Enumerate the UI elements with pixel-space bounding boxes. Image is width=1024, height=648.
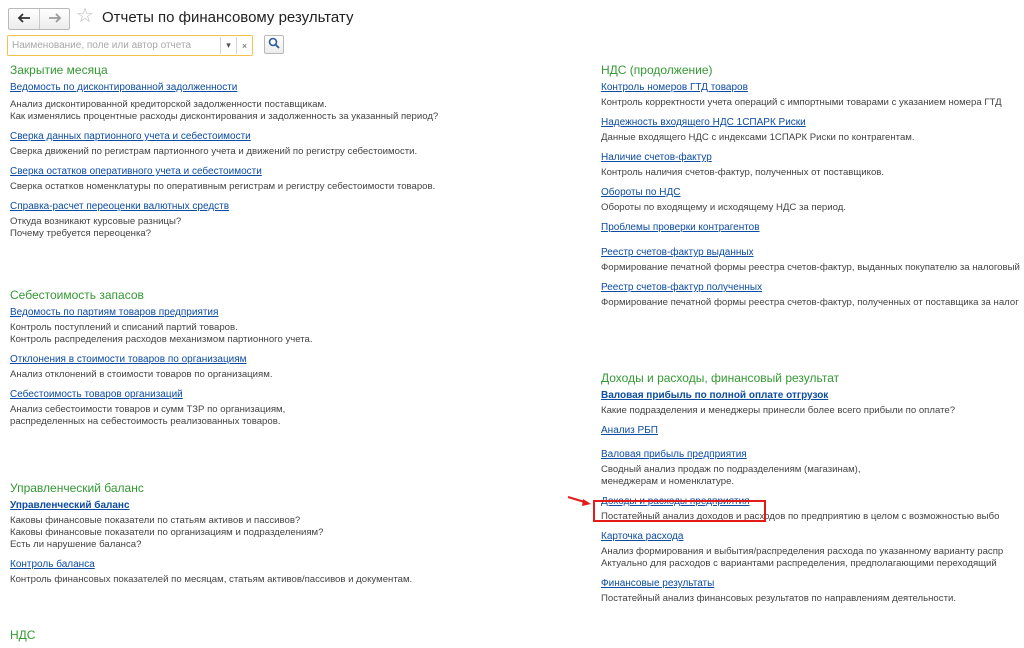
report-description: Сводный анализ продаж по подразделениям … (601, 464, 861, 475)
section-management-balance: Управленческий баланс Управленческий бал… (10, 480, 570, 627)
report-description: Почему требуется переоценка? (10, 228, 152, 239)
report-link[interactable]: Наличие счетов-фактур (601, 151, 1024, 164)
report-item: Наличие счетов-фактур Контроль наличия с… (601, 151, 1024, 179)
report-link[interactable]: Анализ РБП (601, 424, 1024, 437)
report-description: Контроль поступлений и списаний партий т… (10, 322, 238, 333)
report-item: Финансовые результаты Постатейный анализ… (601, 577, 1024, 605)
report-description: Анализ себестоимости товаров и сумм ТЗР … (10, 404, 286, 415)
page-title: Отчеты по финансовому результату (102, 9, 354, 26)
report-description: Контроль финансовых показателей по месяц… (10, 574, 413, 585)
report-description: Обороты по входящему и исходящему НДС за… (601, 202, 847, 213)
report-link[interactable]: Ведомость по дисконтированной задолженно… (10, 81, 570, 94)
report-link[interactable]: Управленческий баланс (10, 499, 570, 512)
report-item: Реестр счетов-фактур выданных Формирован… (601, 246, 1024, 274)
report-description: Контроль распределения расходов механизм… (10, 334, 313, 345)
report-item: Контроль баланса Контроль финансовых пок… (10, 558, 570, 586)
report-description: Данные входящего НДС с индексами 1СПАРК … (601, 132, 915, 143)
section-title: Закрытие месяца (10, 63, 108, 77)
section-vat-continued: НДС (продолжение) Контроль номеров ГТД т… (601, 62, 1024, 370)
report-list-right-column: НДС (продолжение) Контроль номеров ГТД т… (601, 62, 1024, 612)
report-item: Надежность входящего НДС 1СПАРК Риски Да… (601, 116, 1024, 144)
report-description: Формирование печатной формы реестра счет… (601, 262, 1020, 273)
report-link[interactable]: Проблемы проверки контрагентов (601, 221, 1024, 234)
navigation-buttons (8, 8, 70, 30)
report-description: менеджерам и номенклатуре. (601, 476, 735, 487)
report-item: Сверка данных партионного учета и себест… (10, 130, 570, 158)
report-description: Контроль наличия счетов-фактур, полученн… (601, 167, 885, 178)
highlight-box (593, 500, 766, 522)
report-item: Валовая прибыль по полной оплате отгрузо… (601, 389, 1024, 417)
report-description: Как изменялись процентные расходы дискон… (10, 111, 439, 122)
section-title: Себестоимость запасов (10, 288, 144, 302)
report-description: Какие подразделения и менеджеры принесли… (601, 405, 956, 416)
report-description: Постатейный анализ финансовых результато… (601, 593, 956, 604)
report-item: Контроль номеров ГТД товаров Контроль ко… (601, 81, 1024, 109)
report-link[interactable]: Реестр счетов-фактур выданных (601, 246, 1024, 259)
report-item: Реестр счетов-фактур полученных Формиров… (601, 281, 1024, 309)
report-item: Карточка расхода Анализ формирования и в… (601, 530, 1024, 570)
report-link[interactable]: Надежность входящего НДС 1СПАРК Риски (601, 116, 1024, 129)
section-title: Доходы и расходы, финансовый результат (601, 371, 840, 385)
back-button[interactable] (9, 9, 39, 29)
report-description: Контроль корректности учета операций с и… (601, 97, 1002, 108)
search-input[interactable] (8, 36, 220, 55)
report-link[interactable]: Отклонения в стоимости товаров по органи… (10, 353, 570, 366)
report-item: Ведомость по партиям товаров предприятия… (10, 306, 570, 346)
report-item: Себестоимость товаров организаций Анализ… (10, 388, 570, 428)
section-title: НДС (10, 628, 36, 642)
arrow-right-icon (48, 10, 62, 28)
report-item: Ведомость по дисконтированной задолженно… (10, 81, 570, 123)
section-month-closing: Закрытие месяца Ведомость по дисконтиров… (10, 62, 570, 287)
report-description: Есть ли нарушение баланса? (10, 539, 142, 550)
report-item: Валовая прибыль предприятия Сводный анал… (601, 448, 1024, 488)
report-description: Актуально для расходов с вариантами расп… (601, 558, 997, 569)
report-item: Сверка остатков оперативного учета и себ… (10, 165, 570, 193)
report-link[interactable]: Валовая прибыль по полной оплате отгрузо… (601, 389, 1024, 402)
search-clear-button[interactable]: × (236, 37, 252, 54)
report-item: Обороты по НДС Обороты по входящему и ис… (601, 186, 1024, 214)
section-title: Управленческий баланс (10, 481, 144, 495)
report-link[interactable]: Справка-расчет переоценки валютных средс… (10, 200, 570, 213)
search-dropdown-button[interactable]: ▾ (220, 37, 236, 54)
report-link[interactable]: Сверка остатков оперативного учета и себ… (10, 165, 570, 178)
star-icon[interactable]: ☆ (76, 6, 94, 26)
search-icon (268, 36, 280, 54)
report-list-left-column: Закрытие месяца Ведомость по дисконтиров… (10, 62, 570, 646)
report-link[interactable]: Контроль баланса (10, 558, 570, 571)
report-description: Сверка движений по регистрам партионного… (10, 146, 418, 157)
report-description: Каковы финансовые показатели по организа… (10, 527, 324, 538)
report-item: Справка-расчет переоценки валютных средс… (10, 200, 570, 240)
search-button[interactable] (264, 35, 284, 54)
arrow-left-icon (17, 10, 31, 28)
report-description: Анализ формирования и выбытия/распределе… (601, 546, 1004, 557)
section-income-expenses: Доходы и расходы, финансовый результат В… (601, 370, 1024, 605)
report-description: Сверка остатков номенклатуры по оператив… (10, 181, 436, 192)
report-link[interactable]: Валовая прибыль предприятия (601, 448, 1024, 461)
section-inventory-cost: Себестоимость запасов Ведомость по парти… (10, 287, 570, 480)
report-description: Анализ дисконтированной кредиторской зад… (10, 99, 327, 110)
report-description: Откуда возникают курсовые разницы? (10, 216, 182, 227)
report-link[interactable]: Карточка расхода (601, 530, 1024, 543)
report-link[interactable]: Сверка данных партионного учета и себест… (10, 130, 570, 143)
section-vat: НДС (10, 627, 570, 643)
report-link[interactable]: Реестр счетов-фактур полученных (601, 281, 1024, 294)
report-link[interactable]: Контроль номеров ГТД товаров (601, 81, 1024, 94)
annotation-arrow-icon (566, 494, 594, 513)
report-item: Анализ РБП (601, 424, 1024, 437)
report-description: Анализ отклонений в стоимости товаров по… (10, 369, 273, 380)
report-panel-header: ☆ Отчеты по финансовому результату ▾ × (0, 0, 1024, 62)
section-title: НДС (продолжение) (601, 63, 713, 77)
report-item: Управленческий баланс Каковы финансовые … (10, 499, 570, 551)
report-link[interactable]: Ведомость по партиям товаров предприятия (10, 306, 570, 319)
forward-button[interactable] (39, 9, 69, 29)
report-description: Формирование печатной формы реестра счет… (601, 297, 1019, 308)
report-item: Проблемы проверки контрагентов (601, 221, 1024, 234)
search-box: ▾ × (7, 35, 253, 56)
report-link[interactable]: Финансовые результаты (601, 577, 1024, 590)
report-item: Отклонения в стоимости товаров по органи… (10, 353, 570, 381)
report-link[interactable]: Обороты по НДС (601, 186, 1024, 199)
report-link[interactable]: Себестоимость товаров организаций (10, 388, 570, 401)
report-description: Каковы финансовые показатели по статьям … (10, 515, 301, 526)
report-description: распределенных на себестоимость реализов… (10, 416, 281, 427)
